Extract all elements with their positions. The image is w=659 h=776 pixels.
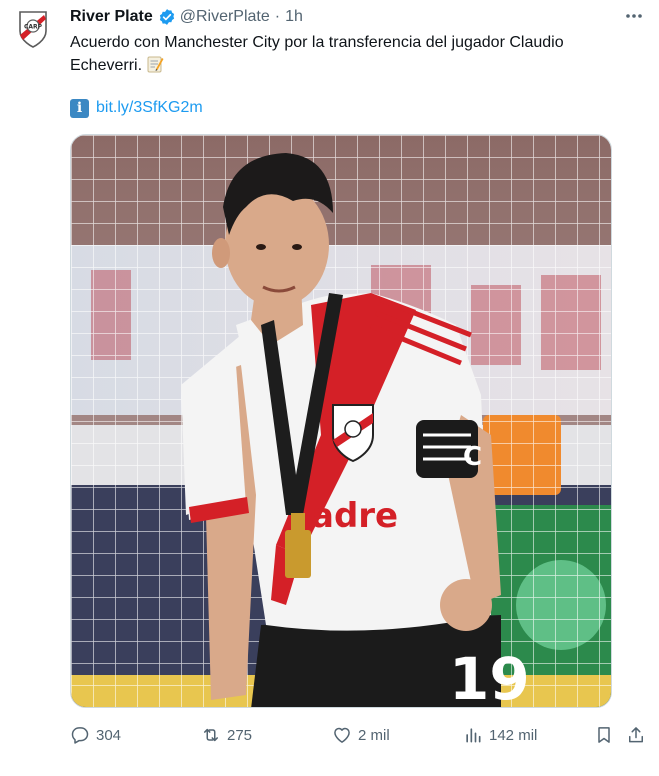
information-emoji-icon: i bbox=[70, 98, 89, 118]
retweet-button[interactable]: 275 bbox=[201, 722, 252, 748]
author-name[interactable]: River Plate bbox=[70, 8, 153, 26]
bookmark-icon bbox=[598, 727, 610, 743]
tweet-actions: 304 275 2 mil 142 mil bbox=[70, 722, 650, 748]
jersey-sponsor-label: adre bbox=[311, 496, 398, 536]
reply-button[interactable]: 304 bbox=[70, 722, 121, 748]
link-row: i bit.ly/3SfKG2m bbox=[70, 97, 203, 119]
header-separator: · bbox=[274, 8, 281, 25]
jersey-number-label: 19 bbox=[449, 645, 530, 708]
memo-emoji-icon bbox=[147, 56, 164, 73]
reply-count: 304 bbox=[96, 726, 122, 744]
share-button[interactable] bbox=[626, 722, 646, 748]
shortened-link[interactable]: bit.ly/3SfKG2m bbox=[96, 99, 203, 117]
like-count: 2 mil bbox=[358, 726, 390, 744]
views-button[interactable]: 142 mil bbox=[463, 722, 537, 748]
retweet-count: 275 bbox=[227, 726, 253, 744]
views-count: 142 mil bbox=[489, 726, 538, 744]
tweet-body: Acuerdo con Manchester City por la trans… bbox=[70, 34, 564, 74]
photo-player-illustration: 19 C adre bbox=[71, 135, 611, 708]
river-plate-crest-icon: CARP bbox=[19, 11, 47, 48]
more-dots-icon bbox=[626, 14, 642, 18]
like-button[interactable]: 2 mil bbox=[332, 722, 390, 748]
tweet-header: River Plate @RiverPlate · 1h bbox=[70, 6, 303, 28]
author-handle[interactable]: @RiverPlate bbox=[180, 8, 270, 26]
author-avatar[interactable]: CARP bbox=[18, 9, 48, 49]
bookmark-button[interactable] bbox=[594, 722, 614, 748]
verified-badge-icon bbox=[159, 9, 174, 25]
retweet-icon bbox=[204, 728, 218, 742]
tweet-text: Acuerdo con Manchester City por la trans… bbox=[70, 31, 640, 77]
share-icon bbox=[629, 727, 643, 743]
views-chart-icon bbox=[466, 728, 481, 743]
svg-text:CARP: CARP bbox=[24, 24, 43, 31]
more-options-button[interactable] bbox=[623, 6, 645, 26]
heart-icon bbox=[334, 727, 350, 743]
tweet-timestamp[interactable]: 1h bbox=[285, 8, 303, 26]
reply-icon bbox=[71, 727, 89, 744]
captain-band-label: C bbox=[463, 442, 482, 472]
tweet-photo[interactable]: 19 C adre bbox=[70, 134, 612, 708]
